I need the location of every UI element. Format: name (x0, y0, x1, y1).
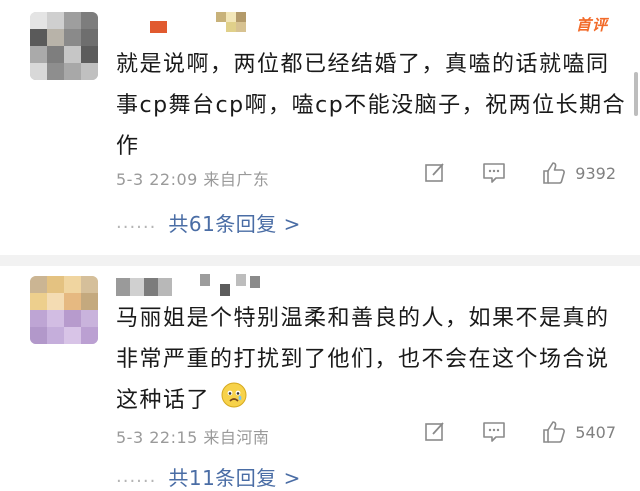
comment-icon (483, 163, 506, 183)
first-comment-badge: 首评 (575, 16, 608, 34)
username-mosaic[interactable] (116, 12, 266, 40)
comment-button[interactable] (481, 420, 507, 444)
more-dots: ...... (116, 212, 157, 233)
comment-actions: 5407 (389, 419, 616, 445)
like-count: 9392 (575, 163, 616, 183)
sad-emoji-icon (221, 381, 247, 422)
comment-meta: 5-3 22:09 来自广东 (116, 170, 270, 189)
like-icon (543, 162, 566, 184)
like-button[interactable]: 5407 (541, 419, 616, 445)
comment-meta: 5-3 22:15 来自河南 (116, 428, 270, 447)
avatar[interactable] (30, 12, 98, 80)
edit-icon (425, 163, 444, 182)
comment-button[interactable] (481, 161, 507, 185)
username-mosaic[interactable] (116, 270, 276, 298)
comment-icon (483, 422, 506, 442)
replies-link[interactable]: ...... 共61条回复 > (116, 208, 301, 237)
comment-text: 就是说啊，两位都已经结婚了，真嗑的话就嗑同事cp舞台cp啊，嗑cp不能没脑子，祝… (116, 52, 627, 159)
divider (0, 255, 640, 266)
edit-button[interactable] (423, 420, 447, 444)
replies-count: 共61条回复 > (168, 212, 301, 236)
edit-icon (425, 422, 444, 441)
like-button[interactable]: 9392 (541, 160, 616, 186)
like-icon (543, 421, 566, 443)
comment-text-body: 马丽姐是个特别温柔和善良的人，如果不是真的非常严重的打扰到了他们，也不会在这个场… (116, 306, 610, 413)
comment-text: 马丽姐是个特别温柔和善良的人，如果不是真的非常严重的打扰到了他们，也不会在这个场… (116, 298, 628, 422)
avatar[interactable] (30, 276, 98, 344)
comment-1: 首评 就是说啊，两位都已经结婚了，真嗑的话就嗑同事cp舞台cp啊，嗑cp不能没脑… (0, 0, 640, 256)
edit-button[interactable] (423, 161, 447, 185)
comment-actions: 9392 (389, 160, 616, 186)
comment-2: 马丽姐是个特别温柔和善良的人，如果不是真的非常严重的打扰到了他们，也不会在这个场… (0, 266, 640, 490)
like-count: 5407 (575, 422, 616, 442)
